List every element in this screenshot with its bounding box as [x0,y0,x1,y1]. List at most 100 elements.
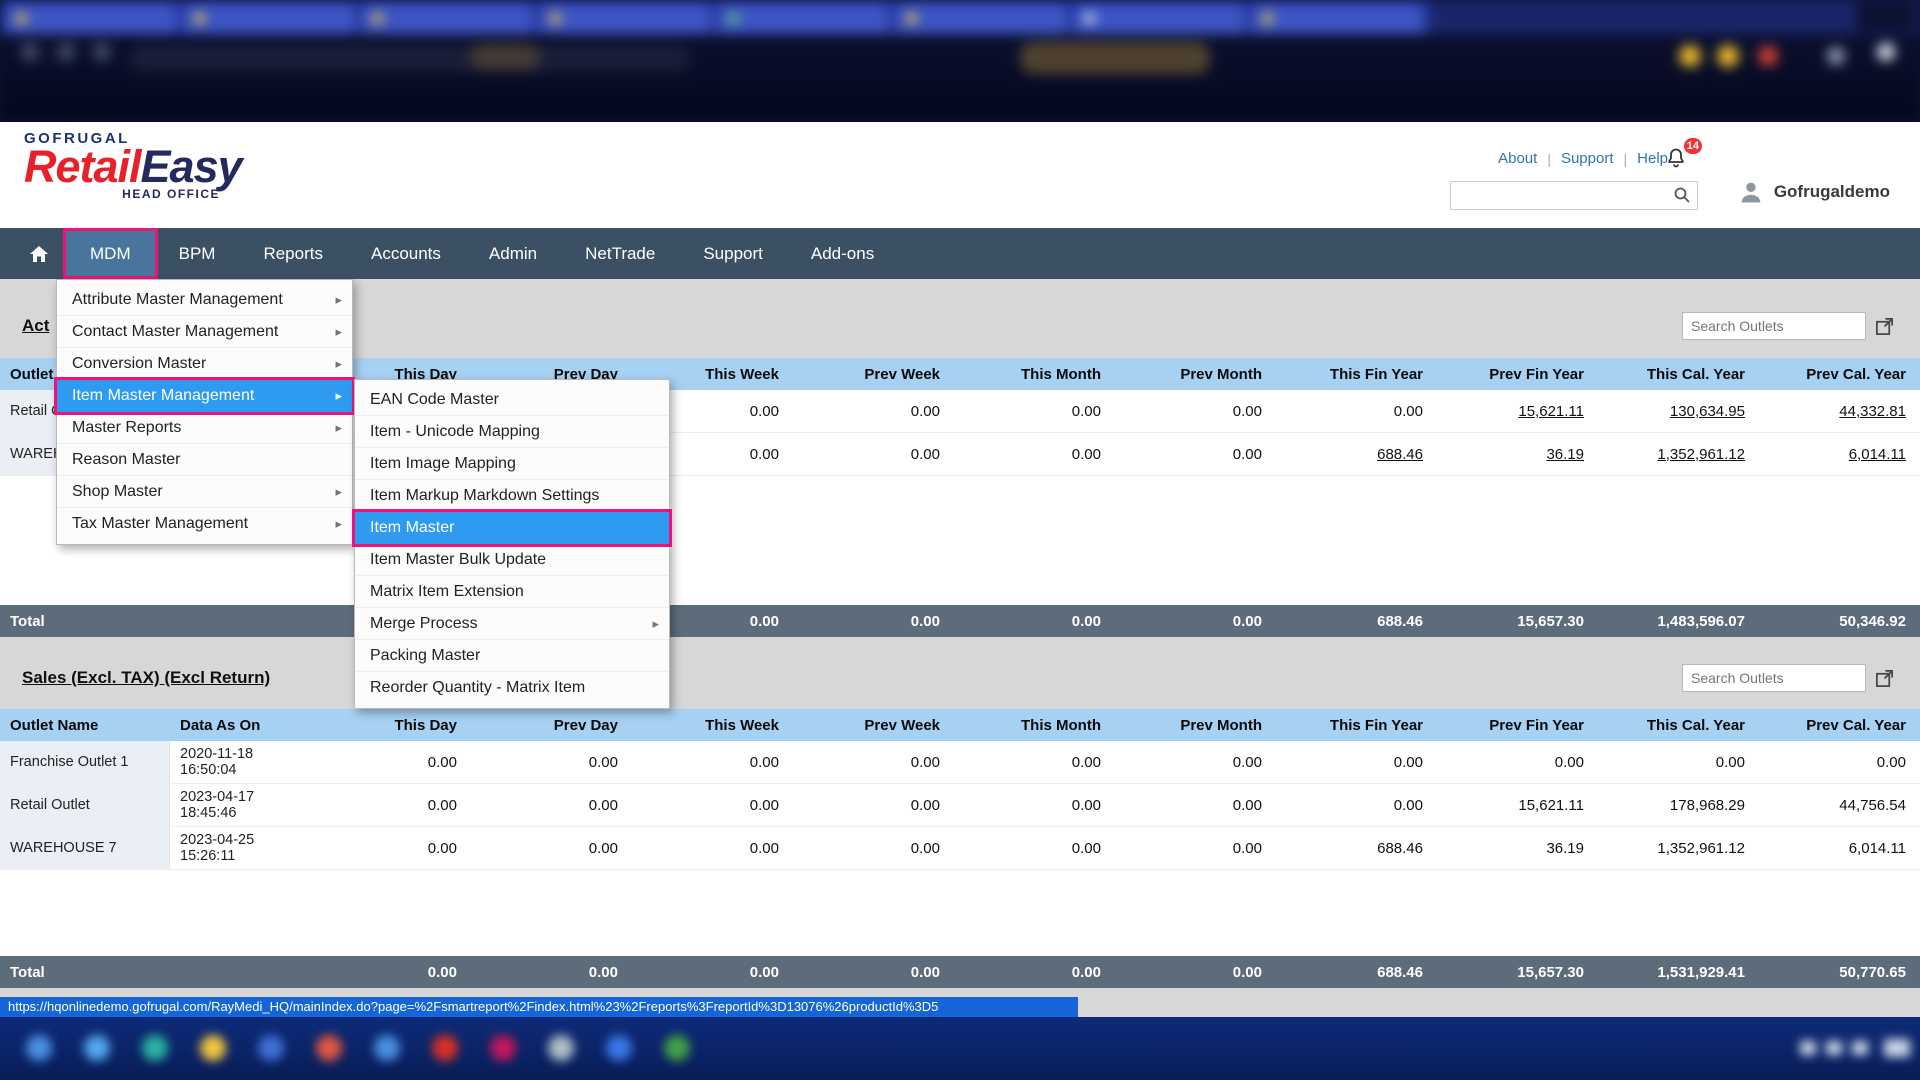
column-header-prev-week[interactable]: Prev Week [793,717,954,734]
address-bar[interactable] [130,46,690,72]
browser-tab[interactable] [718,4,888,34]
column-header-this-day[interactable]: This Day [310,717,471,734]
search-icon[interactable] [1673,186,1691,204]
toolbar-button[interactable] [1717,45,1739,67]
browser-profile-button[interactable] [1856,3,1914,31]
menu-item-item-markup-markdown-settings[interactable]: Item Markup Markdown Settings [355,480,669,512]
taskbar-app-icon[interactable] [84,1035,110,1061]
total-value-cell: 1,531,929.41 [1598,964,1759,981]
nav-item-add-ons[interactable]: Add-ons [787,231,898,276]
taskbar-tray-icon[interactable] [1826,1041,1842,1055]
column-header-prev-day[interactable]: Prev Day [471,717,632,734]
menu-item-master-reports[interactable]: Master Reports▸ [57,412,352,444]
column-header-data-as-on[interactable]: Data As On [170,717,310,734]
toolbar-button[interactable] [56,42,76,62]
value-cell[interactable]: 688.46 [1276,446,1437,463]
value-cell[interactable]: 6,014.11 [1759,446,1920,463]
nav-item-admin[interactable]: Admin [465,231,561,276]
taskbar-app-icon[interactable] [142,1035,168,1061]
menu-item-matrix-item-extension[interactable]: Matrix Item Extension [355,576,669,608]
column-header-this-fin-year[interactable]: This Fin Year [1276,717,1437,734]
menu-item-label: Tax Master Management [72,515,248,533]
browser-tab[interactable] [1252,4,1422,34]
menu-item-item-master-management[interactable]: Item Master Management▸ [57,380,352,412]
nav-item-nettrade[interactable]: NetTrade [561,231,679,276]
toolbar-button[interactable] [20,42,40,62]
toolbar-button[interactable] [92,42,112,62]
toolbar-button[interactable] [1679,45,1701,67]
column-header-prev-month[interactable]: Prev Month [1115,366,1276,383]
total-value-cell: 15,657.30 [1437,613,1598,630]
section1-search-input[interactable] [1682,312,1866,340]
menu-item-attribute-master-management[interactable]: Attribute Master Management▸ [57,284,352,316]
taskbar-app-icon[interactable] [548,1035,574,1061]
browser-tab[interactable] [896,4,1066,34]
column-header-prev-cal-year[interactable]: Prev Cal. Year [1759,717,1920,734]
toolbar-button[interactable] [1827,47,1845,65]
taskbar-app-icon[interactable] [200,1035,226,1061]
user-account[interactable]: Gofrugaldemo [1737,178,1890,206]
browser-tab[interactable] [184,4,354,34]
taskbar-app-icon[interactable] [316,1035,342,1061]
section2-search-input[interactable] [1682,664,1866,692]
column-header-this-month[interactable]: This Month [954,366,1115,383]
expand-icon[interactable] [1875,669,1894,688]
menu-item-item-master-bulk-update[interactable]: Item Master Bulk Update [355,544,669,576]
taskbar-app-icon[interactable] [374,1035,400,1061]
taskbar-tray-icon[interactable] [1884,1039,1910,1057]
column-header-this-cal-year[interactable]: This Cal. Year [1598,717,1759,734]
toolbar-button[interactable] [1877,43,1895,61]
toolbar-button[interactable] [1758,46,1778,66]
nav-item-support[interactable]: Support [679,231,787,276]
taskbar-app-icon[interactable] [432,1035,458,1061]
nav-home-button[interactable] [12,231,66,276]
nav-item-bpm[interactable]: BPM [155,231,240,276]
nav-item-mdm[interactable]: MDM [66,231,155,276]
column-header-this-fin-year[interactable]: This Fin Year [1276,366,1437,383]
menu-item-merge-process[interactable]: Merge Process▸ [355,608,669,640]
menu-item-conversion-master[interactable]: Conversion Master▸ [57,348,352,380]
menu-item-packing-master[interactable]: Packing Master [355,640,669,672]
column-header-prev-cal-year[interactable]: Prev Cal. Year [1759,366,1920,383]
column-header-this-cal-year[interactable]: This Cal. Year [1598,366,1759,383]
menu-item-tax-master-management[interactable]: Tax Master Management▸ [57,508,352,540]
menu-item-shop-master[interactable]: Shop Master▸ [57,476,352,508]
taskbar-app-icon[interactable] [26,1035,52,1061]
header-link-support[interactable]: Support [1561,150,1614,167]
menu-item-item-master[interactable]: Item Master [355,512,669,544]
column-header-prev-fin-year[interactable]: Prev Fin Year [1437,717,1598,734]
nav-item-accounts[interactable]: Accounts [347,231,465,276]
menu-item-contact-master-management[interactable]: Contact Master Management▸ [57,316,352,348]
nav-item-reports[interactable]: Reports [239,231,347,276]
browser-tab[interactable] [362,4,532,34]
header-link-about[interactable]: About [1498,150,1537,167]
taskbar-app-icon[interactable] [664,1035,690,1061]
header-search-input[interactable] [1450,181,1698,210]
browser-tab[interactable] [6,4,176,34]
browser-tab[interactable] [540,4,710,34]
value-cell[interactable]: 130,634.95 [1598,403,1759,420]
menu-item-reason-master[interactable]: Reason Master [57,444,352,476]
value-cell[interactable]: 44,332.81 [1759,403,1920,420]
column-header-prev-week[interactable]: Prev Week [793,366,954,383]
expand-icon[interactable] [1875,317,1894,336]
menu-item-ean-code-master[interactable]: EAN Code Master [355,384,669,416]
taskbar-app-icon[interactable] [606,1035,632,1061]
taskbar-tray-icon[interactable] [1800,1041,1816,1055]
taskbar-app-icon[interactable] [258,1035,284,1061]
column-header-prev-month[interactable]: Prev Month [1115,717,1276,734]
value-cell[interactable]: 15,621.11 [1437,403,1598,420]
value-cell[interactable]: 36.19 [1437,446,1598,463]
menu-item-item-image-mapping[interactable]: Item Image Mapping [355,448,669,480]
browser-tab[interactable] [1074,4,1244,34]
taskbar-tray-icon[interactable] [1852,1041,1868,1055]
menu-item-item-unicode-mapping[interactable]: Item - Unicode Mapping [355,416,669,448]
column-header-this-month[interactable]: This Month [954,717,1115,734]
menu-item-reorder-quantity-matrix-item[interactable]: Reorder Quantity - Matrix Item [355,672,669,704]
column-header-this-week[interactable]: This Week [632,717,793,734]
notification-bell[interactable]: 14 [1664,146,1690,172]
value-cell[interactable]: 1,352,961.12 [1598,446,1759,463]
taskbar-app-icon[interactable] [490,1035,516,1061]
column-header-prev-fin-year[interactable]: Prev Fin Year [1437,366,1598,383]
column-header-outlet-name[interactable]: Outlet Name [0,717,170,734]
